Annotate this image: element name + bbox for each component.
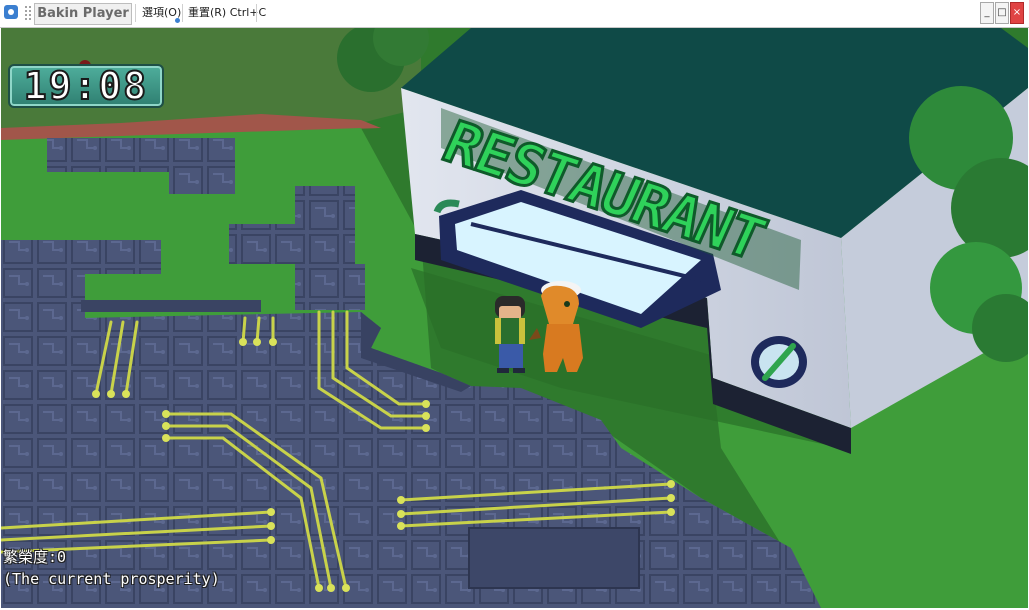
clock-display: 19:08 <box>8 64 164 108</box>
game-viewport[interactable]: RESTAURANT 19:08 繁榮度:0 (The current pros… <box>1 28 1028 608</box>
toolbar-grip[interactable] <box>24 5 32 21</box>
menu-reset[interactable]: 重置(R) Ctrl+C <box>184 4 270 22</box>
focus-indicator-icon <box>175 18 180 23</box>
prosperity-label: 繁榮度:0 <box>3 548 67 566</box>
clock-time: 19:08 <box>23 64 149 108</box>
minimize-button[interactable]: _ <box>980 2 994 24</box>
app-title: Bakin Player <box>34 3 132 25</box>
menu-separator <box>182 4 183 22</box>
close-button[interactable]: × <box>1010 2 1024 24</box>
app-icon <box>4 5 18 19</box>
game-scene: RESTAURANT <box>1 28 1028 608</box>
prosperity-description: (The current prosperity) <box>3 570 220 588</box>
menu-separator <box>135 4 136 22</box>
menu-separator <box>256 4 257 22</box>
title-bar: Bakin Player 選項(O) 重置(R) Ctrl+C _ □ × <box>0 0 1029 28</box>
player-character <box>495 296 525 373</box>
maximize-button[interactable]: □ <box>995 2 1009 24</box>
